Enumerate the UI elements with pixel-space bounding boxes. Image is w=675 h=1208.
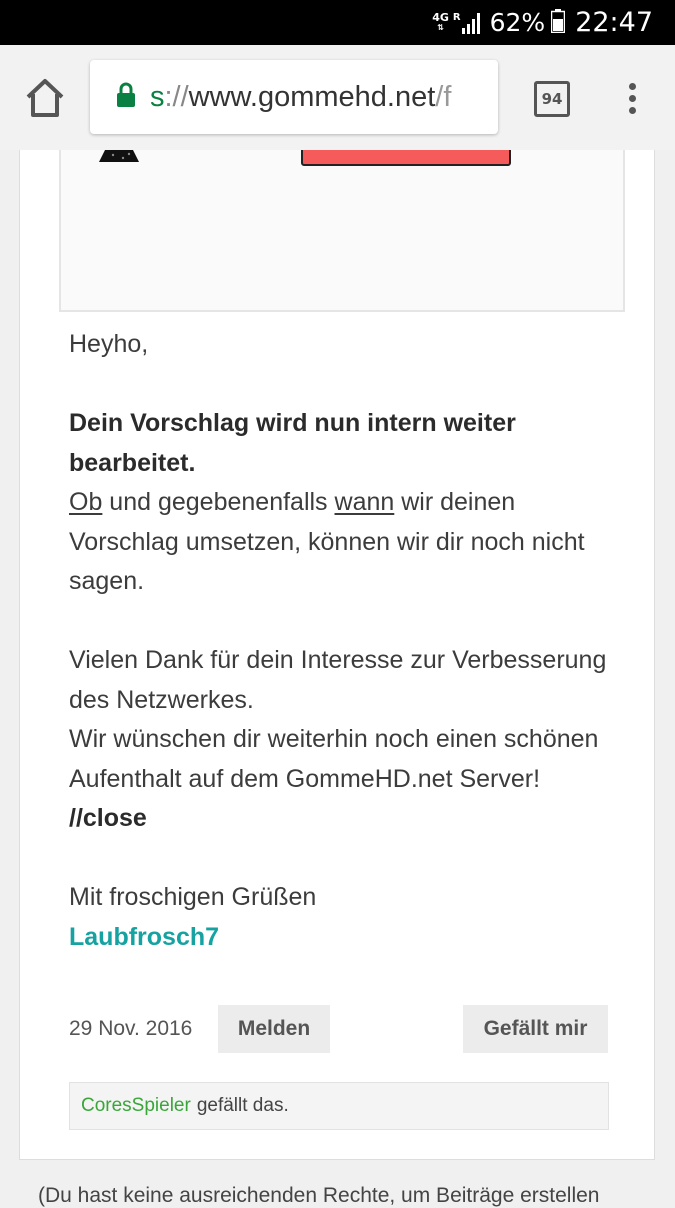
home-icon[interactable] [22,75,68,121]
report-button[interactable]: Melden [218,1005,330,1053]
clock: 22:47 [575,7,653,38]
roaming-label: R [452,11,461,23]
post-card: Heyho, Dein Vorschlag wird nun intern we… [19,150,655,1160]
data-arrows-icon: ⇅ [437,22,444,32]
url-text: s://www.gommehd.net/f [150,81,451,114]
like-button[interactable]: Gefällt mir [463,1005,608,1053]
signoff: Mit froschigen Grüßen [69,883,317,911]
wish-line: Wir wünschen dir weiterhin noch einen sc… [69,725,599,793]
thanks-line: Vielen Dank für dein Interesse zur Verbe… [69,646,607,714]
url-bar[interactable]: s://www.gommehd.net/f [90,60,498,134]
permissions-note: (Du hast keine ausreichenden Rechte, um … [38,1184,600,1207]
decision-text-mid: und gegebenenfalls [102,488,335,516]
status-line: Dein Vorschlag wird nun intern weiter be… [69,409,516,477]
post-date: 29 Nov. 2016 [69,1017,193,1040]
greeting: Heyho, [69,330,149,358]
character-figure-icon [99,150,139,162]
signal-icon: R [453,12,482,34]
url-path: /f [435,80,452,113]
close-tag: //close [69,804,147,832]
liker-link[interactable]: CoresSpieler [81,1095,191,1117]
post-meta: 29 Nov. 2016 Melden Gefällt mir [69,1005,609,1055]
author-link[interactable]: Laubfrosch7 [69,923,219,951]
network-type: 4G [432,10,449,24]
overflow-menu-icon[interactable] [626,83,638,119]
emphasis-wann: wann [334,488,395,516]
decision-line: Ob und gegebenenfalls wann wir deinen Vo… [69,483,629,602]
post-message: Heyho, Dein Vorschlag wird nun intern we… [69,325,629,957]
likes-summary: CoresSpieler gefällt das. [69,1082,609,1130]
status-bar: 4G ⇅ R 62% 22:47 [0,0,675,45]
likes-suffix: gefällt das. [196,1095,289,1116]
battery-icon [550,8,566,37]
network-indicator: 4G ⇅ [432,10,449,33]
url-separator: :// [164,80,189,113]
url-host: www.gommehd.net [188,80,436,113]
battery-percent: 62% [489,8,546,37]
browser-toolbar: s://www.gommehd.net/f 94 [0,45,675,150]
red-banner-graphic [301,150,511,166]
lock-icon [116,82,136,113]
url-scheme: s [150,80,165,113]
embedded-image-area [59,150,625,312]
emphasis-ob: Ob [69,488,103,516]
tab-switcher-icon[interactable]: 94 [534,81,570,117]
tab-count: 94 [541,90,563,108]
